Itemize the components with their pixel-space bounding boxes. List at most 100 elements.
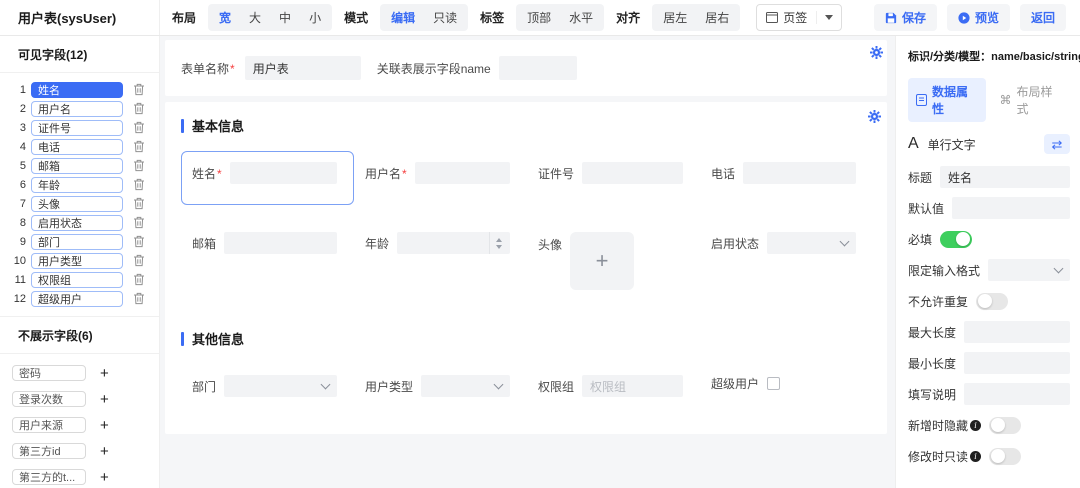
property-label-text: 最大长度 xyxy=(908,324,956,341)
toolbar-option[interactable]: 宽 xyxy=(210,6,240,29)
trash-icon[interactable] xyxy=(133,292,145,305)
trash-icon[interactable] xyxy=(133,102,145,115)
field-chip[interactable]: 超级用户 xyxy=(31,291,123,307)
form-field[interactable]: 超级用户 xyxy=(700,364,873,405)
field-input[interactable] xyxy=(743,162,856,184)
property-input[interactable] xyxy=(964,383,1070,405)
gear-icon[interactable] xyxy=(870,46,883,59)
page-tab-caret[interactable] xyxy=(816,11,841,24)
related-field-input[interactable] xyxy=(499,56,577,80)
toolbar-option[interactable]: 居右 xyxy=(696,6,738,29)
field-select[interactable] xyxy=(421,375,510,397)
field-chip[interactable]: 权限组 xyxy=(31,272,123,288)
field-chip[interactable]: 启用状态 xyxy=(31,215,123,231)
page-tab-main[interactable]: 页签 xyxy=(757,5,816,30)
field-chip[interactable]: 证件号 xyxy=(31,120,123,136)
form-field[interactable]: 头像+ xyxy=(527,221,700,303)
tab-data-properties[interactable]: 数据属性 xyxy=(908,78,986,122)
form-field[interactable]: 部门 xyxy=(181,364,354,410)
property-input[interactable] xyxy=(964,352,1070,374)
trash-icon[interactable] xyxy=(133,235,145,248)
form-field[interactable]: 证件号 xyxy=(527,151,700,197)
property-toggle[interactable] xyxy=(976,293,1008,310)
toolbar-option[interactable]: 水平 xyxy=(560,6,602,29)
form-field[interactable]: 邮箱 xyxy=(181,221,354,267)
trash-icon[interactable] xyxy=(133,254,145,267)
toggle-knob xyxy=(991,449,1005,463)
field-chip[interactable]: 姓名 xyxy=(31,82,123,98)
form-field[interactable]: 年龄 xyxy=(354,221,527,267)
hidden-field-chip[interactable]: 第三方id xyxy=(12,443,86,459)
toolbar-group-label: 对齐 xyxy=(616,9,640,26)
trash-icon[interactable] xyxy=(133,121,145,134)
toggle-knob xyxy=(978,294,992,308)
field-input[interactable] xyxy=(224,232,337,254)
property-select[interactable] xyxy=(988,259,1070,281)
hidden-field-chip[interactable]: 第三方的t... xyxy=(12,469,86,485)
toolbar-option[interactable]: 大 xyxy=(240,6,270,29)
form-field-selected[interactable]: 姓名* xyxy=(181,151,354,205)
field-chip[interactable]: 部门 xyxy=(31,234,123,250)
toolbar-option[interactable]: 居左 xyxy=(654,6,696,29)
hidden-field-chip[interactable]: 登录次数 xyxy=(12,391,86,407)
field-select[interactable] xyxy=(224,375,337,397)
trash-icon[interactable] xyxy=(133,140,145,153)
avatar-upload[interactable]: + xyxy=(570,232,634,290)
trash-icon[interactable] xyxy=(133,216,145,229)
page-tab-button[interactable]: 页签 xyxy=(756,4,842,31)
property-input[interactable] xyxy=(964,321,1070,343)
field-input[interactable]: 权限组 xyxy=(582,375,683,397)
field-chip[interactable]: 头像 xyxy=(31,196,123,212)
property-input[interactable]: 姓名 xyxy=(940,166,1070,188)
plus-icon[interactable]: + xyxy=(100,392,109,407)
field-input[interactable] xyxy=(415,162,510,184)
property-toggle[interactable] xyxy=(989,417,1021,434)
trash-icon[interactable] xyxy=(133,83,145,96)
form-name-input[interactable]: 用户表 xyxy=(245,56,361,80)
form-field[interactable]: 电话 xyxy=(700,151,873,197)
plus-icon[interactable]: + xyxy=(100,418,109,433)
toolbar-option[interactable]: 小 xyxy=(300,6,330,29)
number-input[interactable] xyxy=(397,232,510,254)
form-field[interactable]: 用户类型 xyxy=(354,364,527,410)
field-chip[interactable]: 用户类型 xyxy=(31,253,123,269)
field-chip[interactable]: 年龄 xyxy=(31,177,123,193)
field-input[interactable] xyxy=(582,162,683,184)
swap-type-button[interactable]: ⇄ xyxy=(1044,134,1070,154)
field-index: 4 xyxy=(8,141,26,153)
gear-icon[interactable] xyxy=(868,110,881,123)
property-toggle[interactable] xyxy=(989,448,1021,465)
back-button[interactable]: 返回 xyxy=(1020,4,1066,31)
toolbar-option[interactable]: 中 xyxy=(270,6,300,29)
toolbar-option[interactable]: 编辑 xyxy=(382,6,424,29)
preview-button[interactable]: 预览 xyxy=(947,4,1010,31)
field-chip[interactable]: 邮箱 xyxy=(31,158,123,174)
trash-icon[interactable] xyxy=(133,159,145,172)
field-input[interactable] xyxy=(230,162,337,184)
property-input[interactable] xyxy=(952,197,1070,219)
trash-icon[interactable] xyxy=(133,178,145,191)
toolbar-option[interactable]: 顶部 xyxy=(518,6,560,29)
form-field[interactable]: 用户名* xyxy=(354,151,527,197)
tab-layout-style[interactable]: ⌘布局样式 xyxy=(992,78,1070,122)
form-field[interactable]: 权限组权限组 xyxy=(527,364,700,410)
plus-icon[interactable]: + xyxy=(100,366,109,381)
number-stepper[interactable] xyxy=(489,232,502,254)
trash-icon[interactable] xyxy=(133,197,145,210)
save-button[interactable]: 保存 xyxy=(874,4,937,31)
toolbar-option[interactable]: 只读 xyxy=(424,6,466,29)
hidden-field-chip[interactable]: 用户来源 xyxy=(12,417,86,433)
field-chip[interactable]: 电话 xyxy=(31,139,123,155)
field-select[interactable] xyxy=(767,232,856,254)
plus-icon[interactable]: + xyxy=(100,470,109,485)
field-list-row: 6年龄 xyxy=(0,175,159,194)
trash-icon[interactable] xyxy=(133,273,145,286)
toggle-knob xyxy=(956,232,970,246)
field-label: 权限组 xyxy=(538,378,574,395)
form-field[interactable]: 启用状态 xyxy=(700,221,873,267)
hidden-field-chip[interactable]: 密码 xyxy=(12,365,86,381)
field-chip[interactable]: 用户名 xyxy=(31,101,123,117)
property-toggle[interactable] xyxy=(940,231,972,248)
plus-icon[interactable]: + xyxy=(100,444,109,459)
field-checkbox[interactable] xyxy=(767,377,780,390)
